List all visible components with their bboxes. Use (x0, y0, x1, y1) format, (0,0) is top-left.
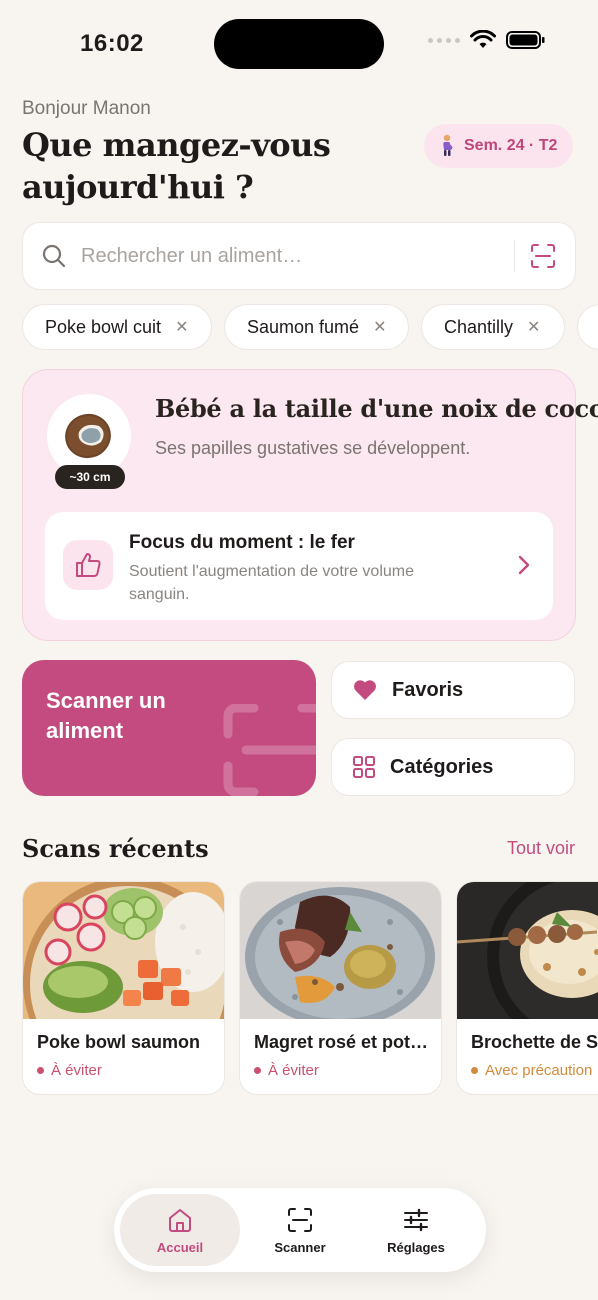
status-badge: À éviter (254, 1062, 319, 1079)
scan-food-button[interactable]: Scanner un aliment (22, 660, 316, 796)
recent-scans-title: Scans récents (22, 834, 209, 863)
status-dot (37, 1067, 44, 1074)
tab-scanner-label: Scanner (274, 1239, 326, 1255)
search-input[interactable] (81, 244, 500, 268)
tab-home[interactable]: Accueil (120, 1194, 240, 1266)
pregnant-person-icon (443, 134, 453, 156)
heart-icon (354, 680, 376, 700)
status-label: Avec précaution (485, 1062, 593, 1079)
search-bar[interactable] (22, 222, 576, 290)
favorites-label: Favoris (392, 678, 464, 701)
status-label: À éviter (51, 1062, 102, 1079)
tab-settings[interactable]: Réglages (356, 1194, 476, 1266)
status-time: 16:02 (80, 30, 144, 57)
magret-dish-image (240, 882, 441, 1019)
search-icon (42, 244, 66, 268)
signal-icon (428, 37, 460, 43)
page-title: Que mangez-vous aujourd'hui ? (22, 126, 331, 206)
recent-scan-card[interactable]: Brochette de S Avec précaution (456, 881, 598, 1095)
recent-scans-list: Poke bowl saumon À éviter Magret rosé et… (22, 881, 598, 1097)
categories-label: Catégories (390, 755, 494, 778)
chip-chantilly[interactable]: Chantilly ✕ (421, 304, 565, 350)
focus-card[interactable]: Focus du moment : le fer Soutient l'augm… (45, 512, 553, 620)
baby-size-subtitle: Ses papilles gustatives se développent. (155, 438, 471, 458)
baby-size-tag: ~30 cm (55, 465, 125, 489)
tab-settings-label: Réglages (387, 1239, 445, 1255)
bottom-tab-bar: Accueil Scanner Réglages (114, 1188, 486, 1272)
chip-label: Poke bowl cuit (45, 316, 162, 337)
pregnancy-week-badge[interactable]: Sem. 24 · T2 (424, 124, 574, 168)
status-label: À éviter (268, 1062, 319, 1079)
recent-scan-card[interactable]: Magret rosé et pot… À éviter (239, 881, 442, 1095)
status-badge: Avec précaution (471, 1062, 592, 1079)
chip-label: Chantilly (444, 316, 514, 337)
close-icon[interactable]: ✕ (373, 317, 386, 337)
wifi-icon (470, 30, 496, 48)
scan-food-label: Scanner un aliment (46, 688, 166, 743)
search-divider (514, 240, 515, 272)
recent-scan-name: Brochette de S (471, 1032, 598, 1052)
dynamic-island (214, 19, 384, 69)
status-badge: À éviter (37, 1062, 102, 1079)
close-icon[interactable]: ✕ (527, 317, 540, 337)
recent-scan-name: Magret rosé et pot… (254, 1032, 429, 1052)
status-icons (428, 30, 546, 50)
baby-size-title: Bébé a la taille d'une noix de coco (155, 394, 598, 423)
greeting: Bonjour Manon (22, 98, 151, 119)
status-dot (254, 1067, 261, 1074)
status-bar: 16:02 (0, 0, 598, 90)
chip-saumon-fume[interactable]: Saumon fumé ✕ (224, 304, 409, 350)
chip-poke-bowl-cuit[interactable]: Poke bowl cuit ✕ (22, 304, 212, 350)
scan-frame-icon (223, 704, 316, 796)
grid-icon (353, 756, 375, 778)
sliders-icon (404, 1208, 428, 1231)
favorites-button[interactable]: Favoris (331, 661, 575, 719)
recent-scan-name: Poke bowl saumon (37, 1032, 201, 1052)
tab-home-label: Accueil (156, 1239, 204, 1255)
recent-search-chips: Poke bowl cuit ✕ Saumon fumé ✕ Chantilly… (22, 304, 598, 350)
battery-icon (506, 31, 545, 49)
categories-button[interactable]: Catégories (331, 738, 575, 796)
thumbs-up-icon (63, 540, 113, 590)
scan-icon (288, 1207, 312, 1232)
recent-scan-card[interactable]: Poke bowl saumon À éviter (22, 881, 225, 1095)
chip-label: Saumon fumé (247, 316, 360, 337)
coconut-icon (65, 413, 111, 459)
chevron-right-icon (518, 555, 530, 575)
barcode-scan-icon[interactable] (529, 242, 557, 270)
see-all-link[interactable]: Tout voir (507, 838, 575, 859)
home-icon (169, 1208, 191, 1232)
chip-partial[interactable] (577, 304, 598, 350)
close-icon[interactable]: ✕ (175, 317, 188, 337)
tab-scanner[interactable]: Scanner (240, 1194, 360, 1266)
baby-size-card: ~30 cm Bébé a la taille d'une noix de co… (22, 369, 598, 641)
week-badge-label: Sem. 24 · T2 (464, 137, 558, 154)
poke-bowl-image (23, 882, 224, 1019)
brochette-dish-image (457, 882, 598, 1019)
status-dot (471, 1067, 478, 1074)
focus-description: Soutient l'augmentation de votre volume … (129, 563, 415, 603)
focus-title: Focus du moment : le fer (129, 532, 355, 553)
